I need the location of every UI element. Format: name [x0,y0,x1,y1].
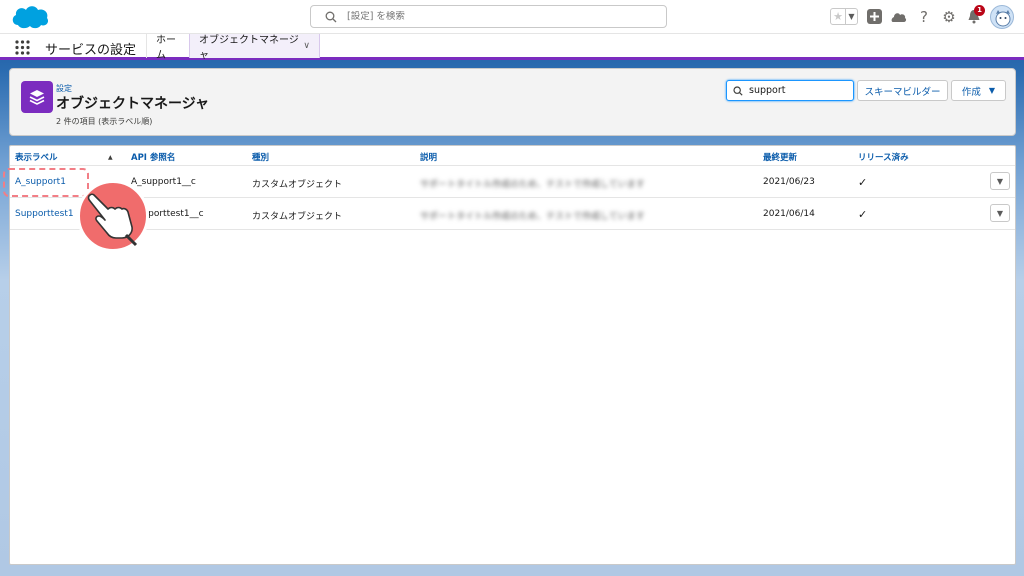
row-divider [10,229,1015,230]
notification-badge: 1 [974,4,985,16]
app-name: サービスの設定 [45,43,137,58]
avatar[interactable] [990,4,1014,29]
plus-icon[interactable] [865,8,883,26]
row-divider [10,197,1015,198]
quick-find-box[interactable] [726,80,854,101]
row-1-deployed-check-icon: ✓ [858,176,868,189]
chevron-down-icon[interactable]: ▼ [845,9,857,24]
app-launcher-icon[interactable] [15,40,30,55]
caret-down-icon: ▼ [988,86,996,95]
caret-down-icon: ▼ [996,208,1004,218]
header-divider [10,165,1015,166]
global-search-input[interactable] [347,11,647,22]
schema-builder-label: スキーマビルダー [864,86,941,98]
highlight-dashed-box [3,168,89,197]
app-nav-bar: サービスの設定 ホーム オブジェクトマネージャ ∨ [0,33,1024,61]
row-2-deployed-check-icon: ✓ [858,208,868,221]
search-icon [733,85,743,96]
object-manager-icon [21,81,53,113]
row-2-description: サポートタイトル作成のため、テストで作成しています [420,212,645,222]
row-2-type: カスタムオブジェクト [252,212,343,222]
page-title: オブジェクトマネージャ [56,96,210,112]
schema-builder-button[interactable]: スキーマビルダー [857,80,948,101]
pointing-hand-badge [77,180,149,252]
row-2-last-modified: 2021/06/14 [763,209,815,219]
column-header-api-name[interactable]: API 参照名 [131,151,175,163]
create-button[interactable]: 作成 ▼ [951,80,1006,101]
sort-ascending-icon[interactable]: ▲ [108,154,113,161]
row-1-type: カスタムオブジェクト [252,180,343,190]
tab-home-label: ホーム [156,35,176,61]
pointing-hand-icon [87,193,138,247]
row-1-description: サポートタイトル作成のため、テストで作成しています [420,180,645,190]
trailhead-icon[interactable] [890,8,908,26]
page-header: 設定 オブジェクトマネージャ 2 件の項目 (表示ラベル順) スキーマビルダー … [9,68,1016,136]
header-utility-icons: ★ ▼ ? ⚙ 1 [830,3,1014,30]
global-search-box[interactable] [310,5,667,28]
chevron-down-icon[interactable]: ∨ [303,41,310,51]
tab-object-manager[interactable]: オブジェクトマネージャ ∨ [189,34,320,61]
column-header-label[interactable]: 表示ラベル [15,151,58,163]
column-header-deployed[interactable]: リリース済み [858,151,909,163]
row-2-label-link[interactable]: Supporttest1 [15,209,74,219]
salesforce-cloud-logo[interactable] [10,3,50,31]
column-header-last-modified[interactable]: 最終更新 [763,151,797,163]
gear-icon[interactable]: ⚙ [940,8,958,26]
global-header: ★ ▼ ? ⚙ 1 [0,0,1024,33]
tab-home[interactable]: ホーム [146,34,189,61]
quick-find-input[interactable] [749,85,849,96]
tab-object-manager-label: オブジェクトマネージャ [199,35,299,61]
create-label: 作成 [961,86,981,98]
favorites-group[interactable]: ★ ▼ [830,8,858,25]
column-header-description[interactable]: 説明 [420,151,437,163]
bell-icon[interactable]: 1 [965,4,985,26]
item-count: 2 件の項目 (表示ラベル順) [56,117,153,126]
star-icon[interactable]: ★ [831,9,845,24]
row-1-last-modified: 2021/06/23 [763,177,815,187]
row-2-actions-button[interactable]: ▼ [990,204,1010,222]
caret-down-icon: ▼ [996,176,1004,186]
search-icon [325,11,337,22]
column-header-type[interactable]: 種別 [252,151,269,163]
row-1-actions-button[interactable]: ▼ [990,172,1010,190]
help-icon[interactable]: ? [915,8,933,26]
object-table: 表示ラベル ▲ API 参照名 種別 説明 最終更新 リリース済み A_supp… [9,145,1016,565]
